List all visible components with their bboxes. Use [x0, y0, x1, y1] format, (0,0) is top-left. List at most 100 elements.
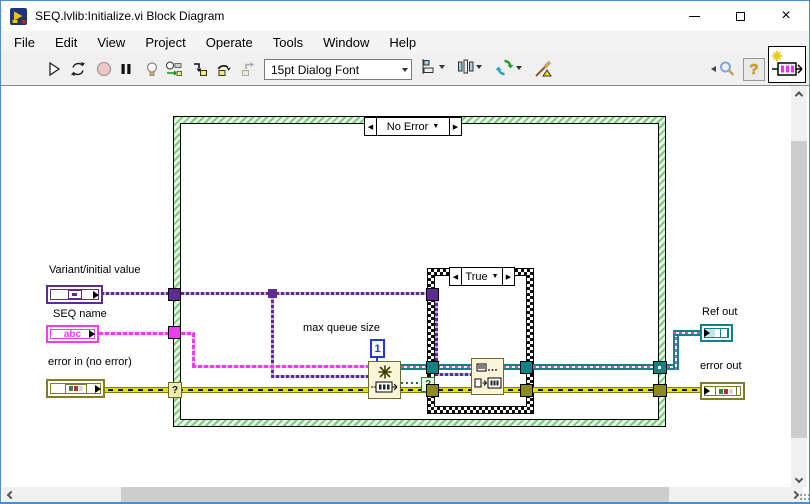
tunnel-queue-left[interactable]	[426, 361, 439, 374]
max-queue-size-constant[interactable]: 1	[370, 339, 385, 358]
step-into-icon	[194, 63, 207, 76]
variant-wire[interactable]	[271, 375, 369, 378]
pause-icon	[121, 64, 131, 74]
tunnel-error-left[interactable]	[426, 384, 439, 397]
vi-icon[interactable]	[768, 46, 806, 83]
lightbulb-icon	[146, 62, 158, 76]
menu-view[interactable]: View	[87, 33, 135, 52]
output-arrow-icon	[89, 330, 95, 338]
labview-block-diagram-window: SEQ.lvlib:Initialize.vi Block Diagram × …	[0, 0, 810, 504]
error-in-label[interactable]: error in (no error)	[48, 356, 132, 368]
queue-refnum-wire[interactable]	[673, 332, 679, 370]
chevron-down-icon	[794, 474, 804, 484]
tunnel-error-out[interactable]	[653, 384, 667, 397]
highlight-execution-button[interactable]	[141, 58, 163, 80]
case-selector-label-outer[interactable]: ◀ No Error ▼ ▶	[364, 117, 462, 136]
input-arrow-icon	[704, 387, 710, 395]
tunnel-queue-out[interactable]	[653, 361, 667, 374]
reorder-objects-icon	[495, 59, 514, 76]
step-over-icon	[217, 65, 231, 76]
menu-operate[interactable]: Operate	[196, 33, 263, 52]
search-button[interactable]	[711, 59, 737, 79]
step-out-icon	[242, 62, 254, 76]
variant-wire[interactable]	[435, 373, 472, 376]
variant-initial-value-label[interactable]: Variant/initial value	[49, 264, 141, 276]
context-help-button[interactable]: ?	[743, 58, 765, 81]
ref-out-terminal[interactable]	[700, 324, 733, 342]
vi-icon-graphic	[772, 50, 803, 76]
error-in-terminal[interactable]	[46, 379, 105, 398]
align-objects-button[interactable]	[421, 58, 445, 76]
chevron-up-icon	[794, 91, 804, 100]
case-prev-icon[interactable]: ◀	[450, 268, 462, 285]
close-button[interactable]: ×	[763, 1, 809, 31]
step-into-button[interactable]	[189, 58, 211, 80]
seq-name-terminal[interactable]: abc	[46, 325, 99, 343]
retain-wire-values-button[interactable]	[163, 58, 185, 80]
case-prev-icon[interactable]: ◀	[365, 118, 377, 135]
enqueue-element-node[interactable]	[471, 358, 504, 395]
block-diagram-canvas[interactable]: ◀ No Error ▼ ▶ ◀ True ▼ ▶ ? 1 max queue …	[1, 86, 791, 487]
reorder-objects-button[interactable]	[495, 58, 522, 77]
resize-grip[interactable]	[799, 493, 809, 502]
run-continuously-button[interactable]	[67, 58, 89, 80]
menu-project[interactable]: Project	[135, 33, 195, 52]
case-next-icon[interactable]: ▶	[502, 268, 514, 285]
string-wire[interactable]	[99, 332, 173, 335]
menu-edit[interactable]: Edit	[45, 33, 87, 52]
menu-window[interactable]: Window	[313, 33, 379, 52]
case-dropdown-icon[interactable]: ▼	[432, 123, 439, 130]
horizontal-scroll-thumb[interactable]	[121, 487, 669, 502]
vertical-scrollbar[interactable]	[791, 86, 807, 487]
scroll-left-button[interactable]	[3, 487, 19, 502]
font-selector[interactable]: 15pt Dialog Font	[264, 59, 412, 80]
tunnel-variant-inner[interactable]	[426, 288, 439, 301]
search-icon	[720, 61, 735, 76]
horizontal-scrollbar[interactable]	[3, 487, 803, 502]
minimize-button[interactable]	[671, 1, 717, 31]
scroll-up-button[interactable]	[791, 86, 807, 102]
vertical-scroll-thumb[interactable]	[791, 141, 807, 438]
case-selector-label-inner[interactable]: ◀ True ▼ ▶	[449, 267, 515, 286]
distribute-objects-button[interactable]	[457, 58, 482, 76]
dropdown-caret-icon	[476, 65, 482, 69]
case-structure-no-error[interactable]	[173, 116, 666, 427]
pause-button[interactable]	[115, 58, 137, 80]
enqueue-element-icon	[474, 363, 501, 388]
maximize-button[interactable]	[717, 1, 763, 31]
tunnel-variant[interactable]	[168, 288, 181, 301]
clean-up-diagram-button[interactable]	[531, 58, 557, 80]
error-wire[interactable]	[667, 387, 701, 393]
font-selector-value: 15pt Dialog Font	[271, 62, 360, 77]
max-queue-size-label[interactable]: max queue size	[303, 322, 380, 334]
seq-name-label[interactable]: SEQ name	[53, 308, 107, 320]
ref-out-label[interactable]: Ref out	[702, 306, 737, 318]
input-arrow-icon	[704, 329, 710, 337]
run-icon	[49, 61, 61, 77]
tunnel-string[interactable]	[168, 326, 181, 339]
case-dropdown-icon[interactable]: ▼	[492, 273, 499, 280]
string-wire[interactable]	[192, 365, 369, 368]
step-over-button[interactable]	[213, 58, 235, 80]
menu-file[interactable]: File	[4, 33, 45, 52]
tunnel-queue-right[interactable]	[520, 361, 533, 374]
wire-junction[interactable]	[268, 289, 277, 298]
run-button[interactable]	[43, 58, 65, 80]
string-wire[interactable]	[192, 333, 195, 367]
scroll-down-button[interactable]	[791, 471, 807, 487]
variant-initial-value-terminal[interactable]	[46, 285, 103, 304]
menu-help[interactable]: Help	[379, 33, 426, 52]
case-selector-terminal-outer[interactable]: ?	[168, 382, 182, 398]
variant-wire[interactable]	[101, 292, 428, 295]
tunnel-error-right[interactable]	[520, 384, 533, 397]
boolean-wire[interactable]	[401, 382, 422, 384]
case-next-icon[interactable]: ▶	[449, 118, 461, 135]
menu-tools[interactable]: Tools	[263, 33, 313, 52]
error-out-terminal[interactable]	[700, 382, 745, 400]
refnum-page-glyph	[720, 328, 728, 338]
error-out-label[interactable]: error out	[700, 360, 742, 372]
output-arrow-icon	[93, 290, 99, 299]
obtain-queue-node[interactable]	[368, 361, 401, 399]
queue-refnum-wire[interactable]	[673, 330, 701, 336]
error-cluster-glyph	[64, 383, 87, 394]
